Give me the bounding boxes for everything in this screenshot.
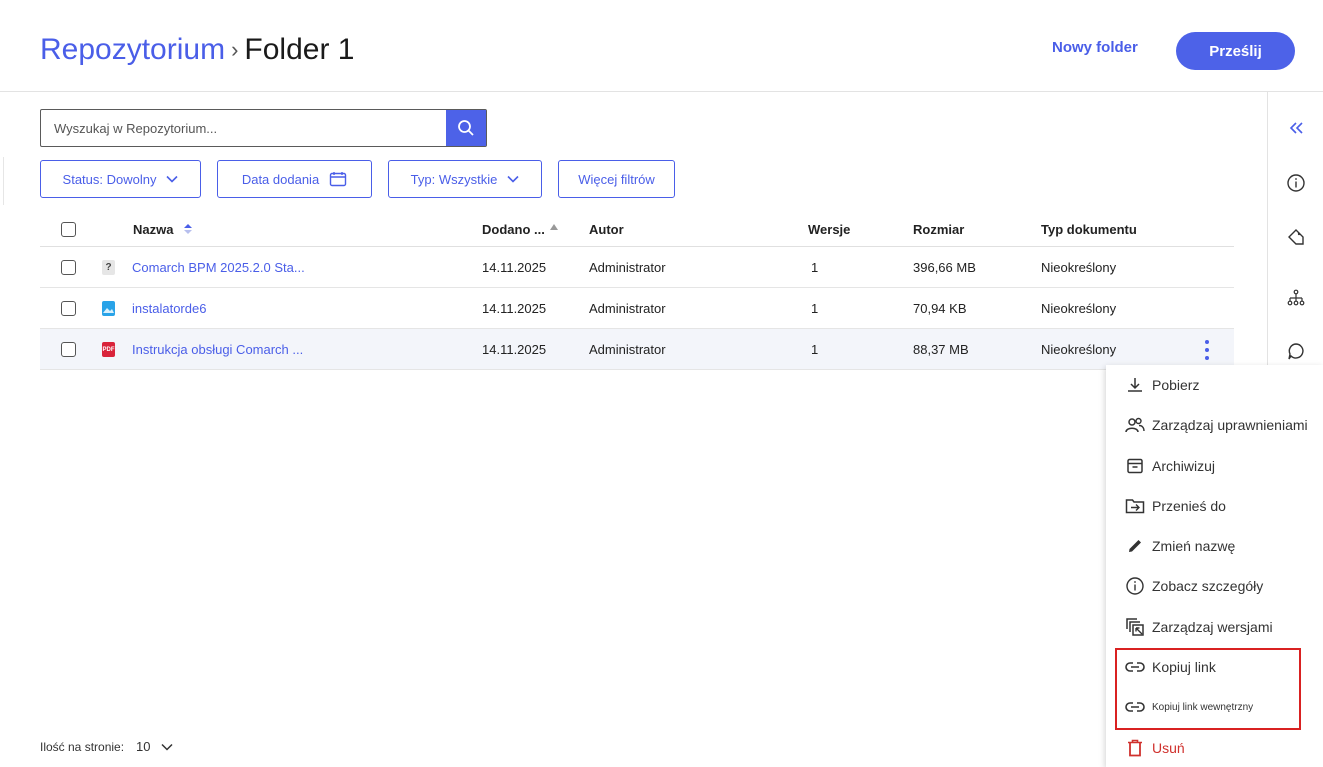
date-filter[interactable]: Data dodania <box>217 160 372 198</box>
menu-item-manage-permissions[interactable]: Zarządzaj uprawnieniami <box>1106 405 1323 445</box>
menu-item-label: Zarządzaj wersjami <box>1152 619 1273 635</box>
file-size: 396,66 MB <box>913 260 976 275</box>
menu-item-download[interactable]: Pobierz <box>1106 365 1323 405</box>
column-header-doc-type[interactable]: Typ dokumentu <box>1041 222 1137 237</box>
breadcrumb: Repozytorium › Folder 1 <box>40 33 354 67</box>
search-box <box>40 109 487 147</box>
file-name[interactable]: instalatorde6 <box>132 301 206 316</box>
people-icon <box>1124 414 1146 436</box>
breadcrumb-separator: › <box>231 37 239 62</box>
per-page-value: 10 <box>136 739 151 754</box>
file-added: 14.11.2025 <box>482 301 547 316</box>
file-name[interactable]: Comarch BPM 2025.2.0 Sta... <box>132 260 305 275</box>
trash-icon <box>1124 737 1146 759</box>
table-row[interactable]: PDF Instrukcja obsługi Comarch ... 14.11… <box>40 329 1234 370</box>
tag-icon[interactable] <box>1282 223 1310 251</box>
column-header-size[interactable]: Rozmiar <box>913 222 964 237</box>
status-filter-label: Status: Dowolny <box>62 171 157 187</box>
type-filter[interactable]: Typ: Wszystkie <box>388 160 542 198</box>
menu-item-label: Przenieś do <box>1152 498 1226 514</box>
menu-item-delete[interactable]: Usuń <box>1106 728 1323 767</box>
left-edge-divider <box>0 157 4 205</box>
file-added: 14.11.2025 <box>482 260 547 275</box>
breadcrumb-current: Folder 1 <box>244 33 355 66</box>
menu-item-label: Pobierz <box>1152 377 1200 393</box>
search-icon <box>458 120 474 136</box>
search-button[interactable] <box>446 110 486 146</box>
versions-icon <box>1124 616 1146 638</box>
file-versions: 1 <box>811 260 819 275</box>
unknown-file-icon: ? <box>102 260 115 275</box>
table-row[interactable]: ? Comarch BPM 2025.2.0 Sta... 14.11.2025… <box>40 247 1234 288</box>
chevron-down-icon <box>160 743 173 751</box>
status-filter[interactable]: Status: Dowolny <box>40 160 201 198</box>
file-size: 70,94 KB <box>913 301 967 316</box>
row-actions-kebab-icon[interactable] <box>1200 335 1214 365</box>
menu-item-label: Zarządzaj uprawnieniami <box>1152 417 1308 433</box>
file-versions: 1 <box>811 301 819 316</box>
info-icon <box>1124 575 1146 597</box>
file-author: Administrator <box>589 301 666 316</box>
breadcrumb-root[interactable]: Repozytorium <box>40 33 225 67</box>
sort-asc-icon <box>550 224 559 230</box>
chevron-down-icon <box>166 175 179 183</box>
column-header-author[interactable]: Autor <box>589 222 624 237</box>
file-author: Administrator <box>589 342 666 357</box>
more-filters-label: Więcej filtrów <box>578 171 655 187</box>
row-checkbox[interactable] <box>61 260 76 275</box>
pagination-per-page: Ilość na stronie: 10 <box>40 739 173 754</box>
comment-icon[interactable] <box>1282 337 1310 365</box>
file-versions: 1 <box>811 342 819 357</box>
move-folder-icon <box>1124 495 1146 517</box>
download-icon <box>1124 374 1146 396</box>
pdf-file-icon: PDF <box>102 342 115 357</box>
column-header-added[interactable]: Dodano ... <box>482 222 559 237</box>
file-doc-type: Nieokreślony <box>1041 342 1117 357</box>
date-filter-label: Data dodania <box>241 171 320 187</box>
menu-item-label: Zobacz szczegóły <box>1152 578 1264 594</box>
row-checkbox[interactable] <box>61 342 76 357</box>
archive-icon <box>1124 455 1146 477</box>
file-doc-type: Nieokreślony <box>1041 301 1117 316</box>
type-filter-label: Typ: Wszystkie <box>410 171 498 187</box>
per-page-label: Ilość na stronie: <box>40 739 125 754</box>
select-all-checkbox[interactable] <box>61 222 76 237</box>
column-header-added-label: Dodano ... <box>482 222 545 237</box>
chevron-down-icon <box>507 175 519 183</box>
collapse-chevrons-icon[interactable] <box>1282 114 1310 142</box>
file-doc-type: Nieokreślony <box>1041 260 1117 275</box>
table-row[interactable]: instalatorde6 14.11.2025 Administrator 1… <box>40 288 1234 329</box>
new-folder-button[interactable]: Nowy folder <box>1052 39 1138 56</box>
per-page-select[interactable]: 10 <box>136 739 173 754</box>
file-added: 14.11.2025 <box>482 342 547 357</box>
column-header-name[interactable]: Nazwa <box>133 222 193 237</box>
menu-item-label: Zmień nazwę <box>1152 538 1236 554</box>
sort-icon <box>184 224 193 234</box>
upload-button[interactable]: Prześlij <box>1176 32 1295 70</box>
menu-item-move-to[interactable]: Przenieś do <box>1106 486 1323 526</box>
file-author: Administrator <box>589 260 666 275</box>
file-name[interactable]: Instrukcja obsługi Comarch ... <box>132 342 303 357</box>
column-header-name-label: Nazwa <box>133 222 174 237</box>
calendar-icon <box>329 172 347 187</box>
more-filters-button[interactable]: Więcej filtrów <box>558 160 675 198</box>
row-checkbox[interactable] <box>61 301 76 316</box>
pencil-icon <box>1124 535 1146 557</box>
hierarchy-icon[interactable] <box>1282 284 1310 312</box>
menu-item-rename[interactable]: Zmień nazwę <box>1106 526 1323 566</box>
info-icon[interactable] <box>1282 169 1310 197</box>
menu-item-label: Usuń <box>1152 740 1185 756</box>
menu-item-manage-versions[interactable]: Zarządzaj wersjami <box>1106 607 1323 647</box>
file-size: 88,37 MB <box>913 342 969 357</box>
menu-item-details[interactable]: Zobacz szczegóły <box>1106 566 1323 606</box>
page-header: Repozytorium › Folder 1 Nowy folder Prze… <box>0 0 1323 92</box>
search-input[interactable] <box>41 110 446 146</box>
menu-item-label: Archiwizuj <box>1152 458 1216 474</box>
column-header-versions[interactable]: Wersje <box>808 222 850 237</box>
highlight-annotation-box <box>1115 648 1301 730</box>
image-file-icon <box>102 301 115 316</box>
menu-item-archive[interactable]: Archiwizuj <box>1106 446 1323 486</box>
